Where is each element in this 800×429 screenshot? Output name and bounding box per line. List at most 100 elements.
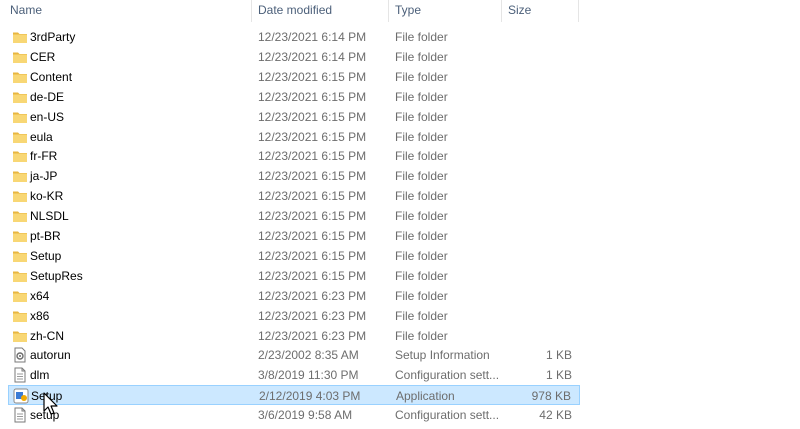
- file-name: NLSDL: [30, 209, 69, 224]
- file-type: File folder: [395, 209, 448, 224]
- file-type: Configuration sett...: [395, 408, 500, 423]
- file-date-modified: 12/23/2021 6:15 PM: [258, 189, 367, 204]
- column-header-type[interactable]: Type: [389, 0, 501, 22]
- file-name: fr-FR: [30, 149, 58, 164]
- file-date-modified: 12/23/2021 6:15 PM: [258, 69, 367, 84]
- file-type: File folder: [395, 248, 448, 263]
- file-row[interactable]: SetupRes 12/23/2021 6:15 PM File folder: [8, 266, 580, 286]
- settings-file-icon: [12, 347, 28, 363]
- folder-icon: [12, 228, 28, 244]
- folder-icon: [12, 168, 28, 184]
- file-name: en-US: [30, 109, 65, 124]
- file-row[interactable]: x86 12/23/2021 6:23 PM File folder: [8, 306, 580, 326]
- folder-icon: [12, 89, 28, 105]
- file-date-modified: 12/23/2021 6:15 PM: [258, 129, 367, 144]
- file-type: File folder: [395, 30, 448, 44]
- folder-icon: [12, 288, 28, 304]
- file-name: eula: [30, 129, 53, 144]
- folder-icon: [12, 29, 28, 45]
- file-row[interactable]: zh-CN 12/23/2021 6:23 PM File folder: [8, 326, 580, 346]
- file-name: CER: [30, 49, 56, 64]
- file-row[interactable]: Setup 12/23/2021 6:15 PM File folder: [8, 246, 580, 266]
- file-row[interactable]: eula 12/23/2021 6:15 PM File folder: [8, 127, 580, 147]
- file-name: de-DE: [30, 89, 65, 104]
- file-date-modified: 12/23/2021 6:14 PM: [258, 30, 367, 44]
- file-date-modified: 2/23/2002 8:35 AM: [258, 348, 359, 363]
- file-date-modified: 2/12/2019 4:03 PM: [259, 389, 361, 404]
- file-date-modified: 12/23/2021 6:15 PM: [258, 109, 367, 124]
- file-type: File folder: [395, 49, 448, 64]
- file-name: autorun: [30, 348, 71, 363]
- file-row[interactable]: CER 12/23/2021 6:14 PM File folder: [8, 47, 580, 67]
- column-header-bar: Name Date modified Type Size: [0, 0, 580, 22]
- file-date-modified: 12/23/2021 6:15 PM: [258, 248, 367, 263]
- file-name: ja-JP: [30, 169, 58, 184]
- column-header-size[interactable]: Size: [502, 0, 578, 22]
- file-type: Configuration sett...: [395, 368, 500, 383]
- file-row[interactable]: ko-KR 12/23/2021 6:15 PM File folder: [8, 186, 580, 206]
- file-row[interactable]: en-US 12/23/2021 6:15 PM File folder: [8, 107, 580, 127]
- folder-icon: [12, 49, 28, 65]
- folder-icon: [12, 308, 28, 324]
- file-date-modified: 12/23/2021 6:15 PM: [258, 268, 367, 283]
- file-row[interactable]: x64 12/23/2021 6:23 PM File folder: [8, 286, 580, 306]
- file-row[interactable]: fr-FR 12/23/2021 6:15 PM File folder: [8, 146, 580, 166]
- file-size: 978 KB: [531, 389, 571, 404]
- file-size: 1 KB: [545, 368, 572, 383]
- file-name: x64: [30, 288, 50, 303]
- folder-icon: [12, 188, 28, 204]
- file-name: x86: [30, 308, 50, 323]
- file-name: zh-CN: [30, 328, 65, 343]
- file-type: File folder: [395, 288, 448, 303]
- file-date-modified: 12/23/2021 6:15 PM: [258, 149, 367, 164]
- file-row[interactable]: NLSDL 12/23/2021 6:15 PM File folder: [8, 206, 580, 226]
- config-file-icon: [12, 367, 28, 383]
- file-type: Setup Information: [395, 348, 490, 363]
- file-name: 3rdParty: [30, 30, 76, 44]
- file-type: File folder: [395, 129, 448, 144]
- setup-app-icon: [13, 388, 29, 404]
- folder-icon: [12, 148, 28, 164]
- file-date-modified: 12/23/2021 6:23 PM: [258, 308, 367, 323]
- folder-icon: [12, 109, 28, 125]
- file-row[interactable]: Content 12/23/2021 6:15 PM File folder: [8, 67, 580, 87]
- file-name: pt-BR: [30, 229, 61, 243]
- folder-icon: [12, 248, 28, 264]
- file-date-modified: 12/23/2021 6:23 PM: [258, 288, 367, 303]
- file-row[interactable]: 3rdParty 12/23/2021 6:14 PM File folder: [8, 27, 580, 47]
- file-type: File folder: [395, 268, 448, 283]
- file-name: Setup: [30, 248, 62, 263]
- file-date-modified: 12/23/2021 6:14 PM: [258, 49, 367, 64]
- file-type: File folder: [395, 169, 448, 184]
- file-date-modified: 12/23/2021 6:23 PM: [258, 328, 367, 343]
- file-type: File folder: [395, 308, 448, 323]
- file-type: File folder: [395, 229, 448, 243]
- file-date-modified: 12/23/2021 6:15 PM: [258, 169, 367, 184]
- column-header-date-modified[interactable]: Date modified: [252, 0, 388, 22]
- column-header-name[interactable]: Name: [4, 0, 252, 22]
- file-name: dlm: [30, 368, 50, 383]
- file-row[interactable]: pt-BR 12/23/2021 6:15 PM File folder: [8, 226, 580, 246]
- folder-icon: [12, 69, 28, 85]
- config-file-icon: [12, 407, 28, 423]
- file-row[interactable]: autorun 2/23/2002 8:35 AM Setup Informatio…: [8, 345, 580, 365]
- file-type: File folder: [395, 69, 448, 84]
- file-row[interactable]: setup 3/6/2019 9:58 AM Configuration sett.…: [8, 405, 580, 425]
- file-size: 42 KB: [539, 408, 572, 423]
- mouse-pointer-icon: [43, 392, 58, 415]
- file-type: Application: [396, 389, 455, 404]
- file-row[interactable]: de-DE 12/23/2021 6:15 PM File folder: [8, 87, 580, 107]
- file-row[interactable]: Setup2/12/2019 4:03 PMApplication978 KB: [8, 385, 580, 406]
- file-type: File folder: [395, 149, 448, 164]
- file-size: 1 KB: [545, 348, 572, 363]
- file-date-modified: 12/23/2021 6:15 PM: [258, 89, 367, 104]
- file-date-modified: 12/23/2021 6:15 PM: [258, 209, 367, 224]
- file-row[interactable]: ja-JP 12/23/2021 6:15 PM File folder: [8, 166, 580, 186]
- file-date-modified: 12/23/2021 6:15 PM: [258, 229, 367, 243]
- folder-icon: [12, 129, 28, 145]
- file-type: File folder: [395, 89, 448, 104]
- folder-icon: [12, 268, 28, 284]
- file-row[interactable]: dlm 3/8/2019 11:30 PM Configuration sett..…: [8, 365, 580, 385]
- file-date-modified: 3/8/2019 11:30 PM: [258, 368, 359, 383]
- column-divider[interactable]: [578, 0, 579, 22]
